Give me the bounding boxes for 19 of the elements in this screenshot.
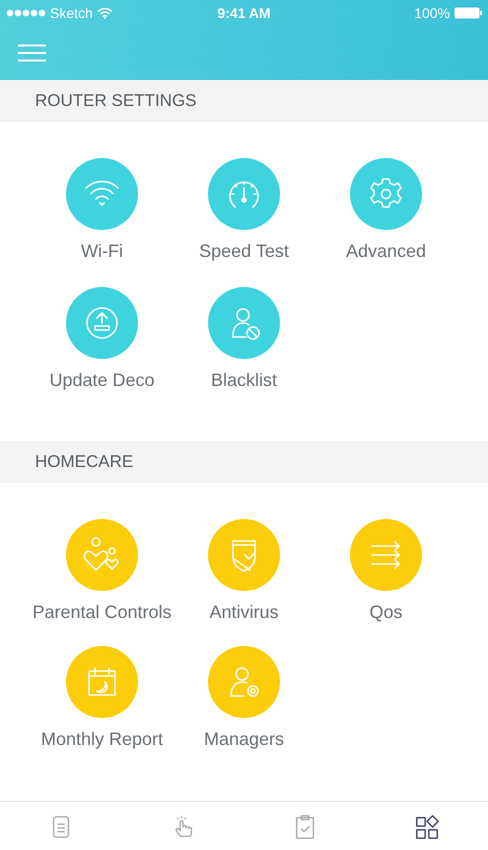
feature-tile[interactable]: Managers <box>173 646 315 750</box>
feature-tile[interactable]: Blacklist <box>173 287 315 391</box>
wifi-icon <box>96 7 113 19</box>
status-time: 9:41 AM <box>217 5 271 21</box>
signal-icon <box>6 9 46 17</box>
feature-tile[interactable]: Parental Controls <box>31 519 173 623</box>
feature-tile[interactable]: Update Deco <box>31 287 173 391</box>
feature-tile[interactable]: Antivirus <box>173 519 315 623</box>
battery-percent: 100% <box>414 5 450 21</box>
feature-tile[interactable]: Speed Test <box>173 158 315 262</box>
section-heading: HOMECARE <box>35 452 134 472</box>
feature-tile[interactable]: Monthly Report <box>31 646 173 750</box>
feature-tile[interactable]: Wi-Fi <box>31 158 173 262</box>
feature-tile[interactable]: Qos <box>315 519 457 623</box>
battery-icon <box>454 7 482 19</box>
section-heading: ROUTER SETTINGS <box>35 91 197 111</box>
menu-icon[interactable] <box>18 44 46 62</box>
feature-tile[interactable]: Advanced <box>315 158 457 262</box>
carrier-name: Sketch <box>50 5 93 21</box>
